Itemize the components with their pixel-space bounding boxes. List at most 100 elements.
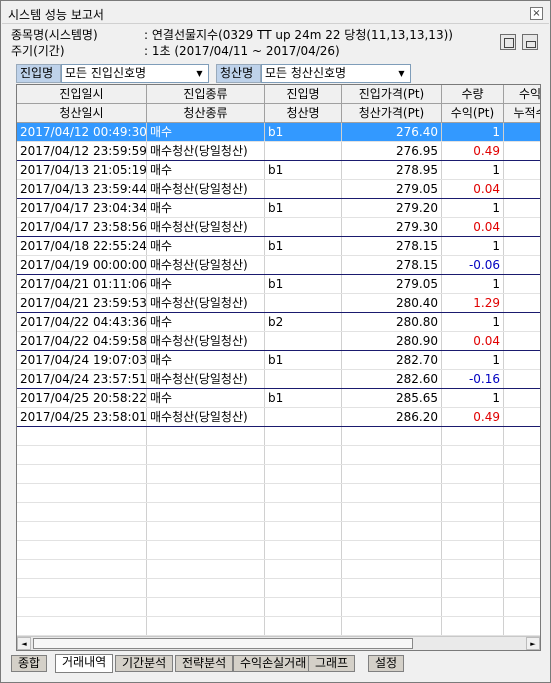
chevron-down-icon[interactable]: ▼ [193,66,206,81]
table-cell [265,180,342,198]
table-cell: 282.70 [342,351,442,369]
scroll-left-icon[interactable]: ◄ [17,637,31,650]
table-cell: 286.20 [342,408,442,426]
table-cell [342,598,442,616]
table-cell [504,598,540,616]
table-cell [504,237,540,255]
print-icon[interactable] [522,34,538,50]
table-cell: 2017/04/21 23:59:53 [17,294,147,312]
table-cell [17,503,147,521]
table-row[interactable]: 2017/04/13 23:59:44 매수청산(당일청산) 279.05 0.04 [17,180,540,199]
table-cell [265,541,342,559]
column-header[interactable]: 청산가격(Pt) [342,104,442,123]
table-row[interactable]: 2017/04/22 04:43:36 매수 b2 280.80 1 [17,313,540,332]
column-header[interactable]: 수량 [442,85,504,104]
filter-bar: 진입명 모든 진입신호명 ▼ 청산명 모든 청산신호명 ▼ [16,64,541,83]
table-cell [17,446,147,464]
table-cell [342,427,442,445]
entry-filter-select[interactable]: 모든 진입신호명 ▼ [61,64,209,83]
table-row[interactable]: 2017/04/18 22:55:24 매수 b1 278.15 1 [17,237,540,256]
table-cell [442,503,504,521]
report-window: 시스템 성능 보고서 × 종목명(시스템명) : 연결선물지수(0329 TT … [0,0,551,683]
table-cell [504,256,540,274]
column-header[interactable]: 청산일시 [17,104,147,123]
table-row[interactable]: 2017/04/13 21:05:19 매수 b1 278.95 1 [17,161,540,180]
table-cell: 매수청산(당일청산) [147,408,265,426]
table-cell [17,560,147,578]
table-cell [17,522,147,540]
table-cell [17,541,147,559]
exit-filter-label: 청산명 [216,64,261,83]
table-cell [504,370,540,388]
save-icon[interactable] [499,34,516,50]
table-cell [504,617,540,635]
table-row[interactable]: 2017/04/17 23:04:34 매수 b1 279.20 1 [17,199,540,218]
table-cell: b1 [265,123,342,141]
table-row[interactable]: 2017/04/19 00:00:00 매수청산(당일청산) 278.15 -0.06 [17,256,540,275]
table-cell [504,408,540,426]
table-cell [442,541,504,559]
info-key: 주기(기간) [11,44,65,58]
table-cell: 1 [442,389,504,407]
column-header[interactable]: 진입가격(Pt) [342,85,442,104]
column-header[interactable]: 진입명 [265,85,342,104]
table-cell [265,218,342,236]
tab-item[interactable]: 거래내역 [55,654,114,673]
horizontal-scrollbar[interactable]: ◄ ► [17,636,540,650]
table-cell: 280.90 [342,332,442,350]
column-header[interactable]: 진입일시 [17,85,147,104]
table-row[interactable]: 2017/04/12 00:49:30 매수 b1 276.40 1 [17,123,540,142]
table-cell: 1 [442,313,504,331]
entry-filter-label: 진입명 [16,64,61,83]
tab-item[interactable]: 종합 [11,655,48,672]
table-row[interactable]: 2017/04/22 04:59:58 매수청산(당일청산) 280.90 0.04 [17,332,540,351]
tab-item[interactable]: 수익손실거래 [233,655,314,672]
table-cell: 2017/04/25 23:58:01 [17,408,147,426]
exit-filter-select[interactable]: 모든 청산신호명 ▼ [261,64,411,83]
table-cell [265,294,342,312]
table-row[interactable]: 2017/04/21 23:59:53 매수청산(당일청산) 280.40 1.29 [17,294,540,313]
table-cell [342,522,442,540]
column-header[interactable]: 진입종류 [147,85,265,104]
table-cell: 0.04 [442,332,504,350]
table-cell: 2017/04/13 23:59:44 [17,180,147,198]
table-cell [147,598,265,616]
table-row[interactable]: 2017/04/21 01:11:06 매수 b1 279.05 1 [17,275,540,294]
table-cell: 매수청산(당일청산) [147,370,265,388]
table-cell: 0.49 [442,142,504,160]
scroll-thumb[interactable] [33,638,413,649]
table-row[interactable]: 2017/04/24 23:57:51 매수청산(당일청산) 282.60 -0.16 [17,370,540,389]
table-cell [504,484,540,502]
tab-item[interactable]: 전략분석 [175,655,234,672]
table-cell [504,123,540,141]
table-cell: 279.20 [342,199,442,217]
tab-item[interactable]: 설정 [368,655,405,672]
table-row[interactable]: 2017/04/12 23:59:59 매수청산(당일청산) 276.95 0.49 [17,142,540,161]
chevron-down-icon[interactable]: ▼ [395,66,408,81]
table-row[interactable]: 2017/04/25 20:58:22 매수 b1 285.65 1 [17,389,540,408]
table-cell [342,446,442,464]
empty-row [17,446,540,465]
table-cell [504,541,540,559]
table-cell: 0.49 [442,408,504,426]
column-header[interactable]: 누적수 [504,104,540,123]
trade-grid[interactable]: 진입일시 진입종류 진입명 진입가격(Pt) 수량 수익 청산일시 청산종류 청산명 청산가격(… [16,84,541,651]
table-cell [265,560,342,578]
empty-row [17,541,540,560]
table-cell [17,598,147,616]
table-cell: b1 [265,275,342,293]
tab-item[interactable]: 그래프 [308,655,356,672]
empty-row [17,484,540,503]
table-row[interactable]: 2017/04/24 19:07:03 매수 b1 282.70 1 [17,351,540,370]
column-header[interactable]: 청산종류 [147,104,265,123]
column-header[interactable]: 수익(Pt) [442,104,504,123]
title-bar: 시스템 성능 보고서 × [2,2,549,24]
empty-row [17,579,540,598]
tab-item[interactable]: 기간분석 [115,655,174,672]
column-header[interactable]: 청산명 [265,104,342,123]
close-button[interactable]: × [530,7,543,20]
column-header[interactable]: 수익 [504,85,540,104]
table-row[interactable]: 2017/04/17 23:58:56 매수청산(당일청산) 279.30 0.04 [17,218,540,237]
table-row[interactable]: 2017/04/25 23:58:01 매수청산(당일청산) 286.20 0.49 [17,408,540,427]
scroll-right-icon[interactable]: ► [526,637,540,650]
